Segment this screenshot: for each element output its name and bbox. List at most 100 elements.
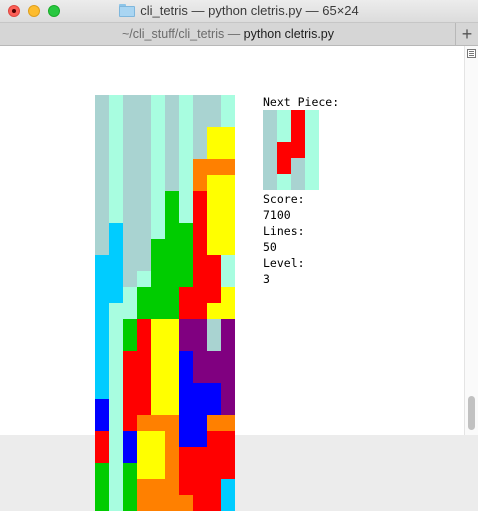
board-cell: [151, 495, 165, 511]
board-cell: [137, 159, 151, 175]
board-cell: [179, 447, 193, 463]
preview-cell: [277, 158, 291, 174]
next-piece-preview: [263, 110, 319, 190]
preview-cell: [263, 174, 277, 190]
board-cell: [95, 335, 109, 351]
level-label: Level:: [263, 256, 305, 270]
board-cell: [221, 271, 235, 287]
board-cell: [137, 431, 151, 447]
board-cell: [109, 351, 123, 367]
window-title-group: cli_tetris — python cletris.py — 65×24: [0, 3, 478, 18]
board-cell: [207, 127, 221, 143]
board-cell: [193, 479, 207, 495]
board-cell: [179, 111, 193, 127]
board-cell: [165, 447, 179, 463]
score-label: Score:: [263, 192, 305, 206]
board-cell: [109, 399, 123, 415]
board-cell: [221, 255, 235, 271]
board-cell: [221, 159, 235, 175]
preview-cell: [305, 110, 319, 126]
board-cell: [165, 415, 179, 431]
board-cell: [207, 223, 221, 239]
preview-cell: [277, 110, 291, 126]
board-cell: [221, 399, 235, 415]
board-cell: [193, 175, 207, 191]
board-cell: [221, 207, 235, 223]
board-cell: [109, 303, 123, 319]
scroll-lines-icon[interactable]: [467, 49, 476, 58]
board-cell: [207, 143, 221, 159]
preview-cell: [263, 142, 277, 158]
board-cell: [109, 159, 123, 175]
board-cell: [151, 479, 165, 495]
board-cell: [165, 399, 179, 415]
board-cell: [123, 351, 137, 367]
board-cell: [109, 287, 123, 303]
board-cell: [207, 255, 221, 271]
preview-cell: [277, 142, 291, 158]
board-cell: [95, 175, 109, 191]
board-cell: [221, 239, 235, 255]
board-cell: [137, 319, 151, 335]
board-cell: [109, 207, 123, 223]
new-tab-button[interactable]: +: [455, 23, 478, 45]
board-cell: [207, 399, 221, 415]
board-cell: [95, 479, 109, 495]
board-cell: [179, 463, 193, 479]
board-cell: [221, 287, 235, 303]
board-cell: [207, 207, 221, 223]
board-cell: [123, 463, 137, 479]
board-cell: [193, 383, 207, 399]
board-cell: [221, 319, 235, 335]
board-cell: [137, 303, 151, 319]
board-cell: [193, 495, 207, 511]
board-cell: [137, 143, 151, 159]
board-cell: [151, 255, 165, 271]
board-cell: [123, 111, 137, 127]
board-cell: [151, 159, 165, 175]
board-cell: [123, 319, 137, 335]
board-cell: [207, 335, 221, 351]
board-cell: [165, 191, 179, 207]
scrollbar-thumb[interactable]: [468, 396, 475, 430]
board-cell: [109, 431, 123, 447]
board-cell: [151, 383, 165, 399]
board-cell: [193, 271, 207, 287]
board-cell: [137, 351, 151, 367]
board-cell: [179, 207, 193, 223]
board-cell: [95, 287, 109, 303]
board-cell: [179, 223, 193, 239]
board-cell: [193, 191, 207, 207]
preview-cell: [291, 126, 305, 142]
board-cell: [165, 351, 179, 367]
board-cell: [179, 191, 193, 207]
board-cell: [95, 383, 109, 399]
board-cell: [165, 255, 179, 271]
scrollbar[interactable]: [464, 46, 478, 435]
preview-cell: [291, 142, 305, 158]
board-cell: [151, 95, 165, 111]
board-cell: [109, 239, 123, 255]
board-cell: [151, 399, 165, 415]
board-cell: [95, 351, 109, 367]
board-cell: [95, 367, 109, 383]
board-cell: [109, 367, 123, 383]
title-bar[interactable]: cli_tetris — python cletris.py — 65×24: [0, 0, 478, 22]
tab-bar: ~/cli_stuff/cli_tetris — python cletris.…: [0, 22, 478, 46]
board-cell: [221, 111, 235, 127]
board-cell: [151, 271, 165, 287]
board-cell: [109, 479, 123, 495]
board-cell: [123, 127, 137, 143]
board-cell: [179, 351, 193, 367]
board-cell: [193, 95, 207, 111]
board-cell: [109, 223, 123, 239]
board-cell: [165, 479, 179, 495]
preview-cell: [305, 174, 319, 190]
board-cell: [95, 223, 109, 239]
tab-active[interactable]: ~/cli_stuff/cli_tetris — python cletris.…: [0, 27, 456, 41]
board-cell: [137, 335, 151, 351]
board-cell: [179, 399, 193, 415]
board-cell: [165, 95, 179, 111]
board-cell: [123, 447, 137, 463]
board-cell: [221, 479, 235, 495]
